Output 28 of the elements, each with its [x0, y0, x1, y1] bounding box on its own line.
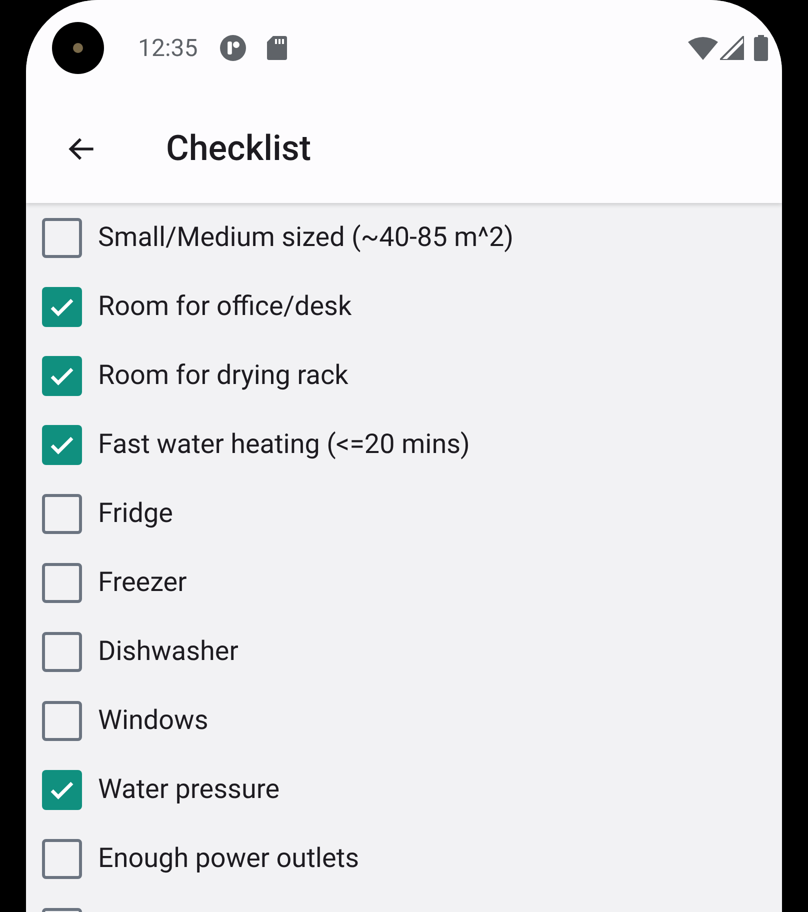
checkbox[interactable] — [42, 424, 82, 464]
checklist-label: Fast water heating (<=20 mins) — [98, 427, 470, 462]
checklist-label: Room for drying rack — [98, 358, 348, 394]
checkbox[interactable] — [42, 838, 82, 878]
sd-card-icon — [266, 36, 287, 60]
checklist-label: Small/Medium sized (~40-85 m^2) — [98, 220, 514, 256]
checklist-label: Enough power outlets — [98, 841, 360, 876]
camera-icon — [52, 22, 104, 74]
checklist-label: Room for office/desk — [98, 289, 352, 324]
app-bar-title: Checklist — [166, 126, 312, 171]
checkbox[interactable] — [42, 562, 82, 602]
status-time: 12:35 — [138, 32, 198, 64]
battery-icon — [754, 34, 768, 60]
checklist-label: Dishwasher — [98, 634, 238, 670]
checkbox[interactable] — [42, 356, 82, 396]
checklist-label: Fridge — [98, 496, 174, 532]
checkbox[interactable] — [42, 494, 82, 534]
checkbox[interactable] — [42, 700, 82, 740]
signal-icon — [720, 36, 744, 60]
checklist-label: Freezer — [98, 565, 187, 600]
checkbox[interactable] — [42, 286, 82, 326]
wifi-icon — [688, 36, 718, 60]
checkbox[interactable] — [42, 770, 82, 810]
checklist-label: Water pressure — [98, 772, 280, 808]
checkbox[interactable] — [42, 218, 82, 258]
checklist-label: Windows — [98, 703, 208, 738]
app-notification-icon — [220, 34, 246, 60]
checkbox[interactable] — [42, 632, 82, 672]
